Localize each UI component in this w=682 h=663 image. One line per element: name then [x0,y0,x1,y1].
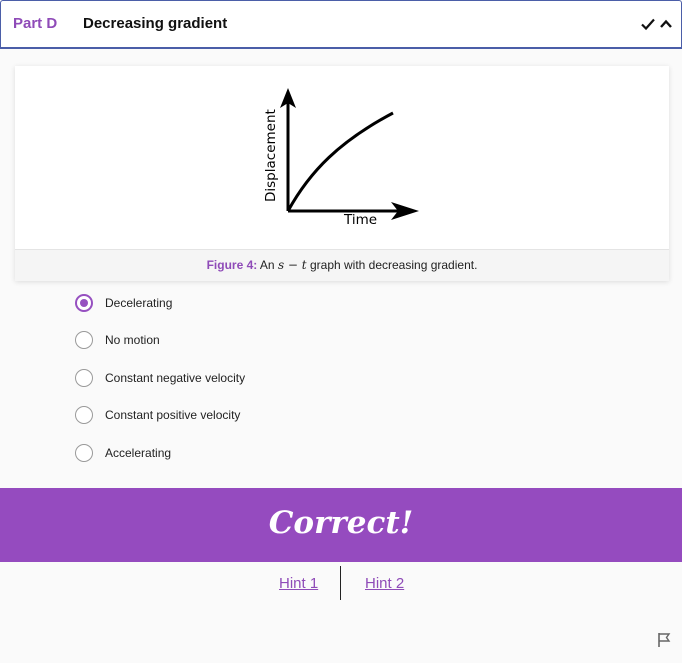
feedback-banner: Correct! [0,488,682,562]
part-title: Decreasing gradient [83,15,228,32]
option-accelerating[interactable]: Accelerating [75,442,171,464]
figure-caption-post: graph with decreasing gradient. [309,258,478,272]
option-label: Constant negative velocity [105,371,246,385]
option-label: Constant positive velocity [105,408,241,422]
check-icon [641,18,655,31]
figure-caption-pre: An [259,258,275,272]
figure-caption: Figure 4: An s − t graph with decreasing… [15,249,669,281]
hint-2-link[interactable]: Hint 2 [365,575,404,592]
figure-caption-math: s − t [277,258,307,272]
option-constant-positive-velocity[interactable]: Constant positive velocity [75,404,240,426]
radio-button[interactable] [75,294,93,312]
flag-icon[interactable] [657,632,671,648]
radio-button[interactable] [75,444,93,462]
hint-1-link[interactable]: Hint 1 [279,575,318,592]
figure-card: Displacement Time Figure 4: An s − t gra… [15,66,669,281]
radio-button[interactable] [75,406,93,424]
option-constant-negative-velocity[interactable]: Constant negative velocity [75,367,245,389]
chevron-up-icon[interactable] [659,16,673,32]
option-label: No motion [105,333,160,347]
radio-button[interactable] [75,331,93,349]
hints-bar: Hint 1 Hint 2 [0,566,682,600]
option-no-motion[interactable]: No motion [75,329,160,351]
option-decelerating[interactable]: Decelerating [75,292,172,314]
part-label: Part D [13,15,58,32]
radio-button[interactable] [75,369,93,387]
x-axis-label: Time [343,212,377,228]
part-header[interactable]: Part D Decreasing gradient [0,0,682,49]
option-label: Decelerating [105,296,173,310]
st-graph: Displacement Time [263,88,419,228]
y-axis-label: Displacement [263,109,279,202]
hint-divider [340,566,341,600]
option-label: Accelerating [105,446,172,460]
displacement-curve [286,111,394,212]
figure-caption-label: Figure 4: [206,258,258,272]
